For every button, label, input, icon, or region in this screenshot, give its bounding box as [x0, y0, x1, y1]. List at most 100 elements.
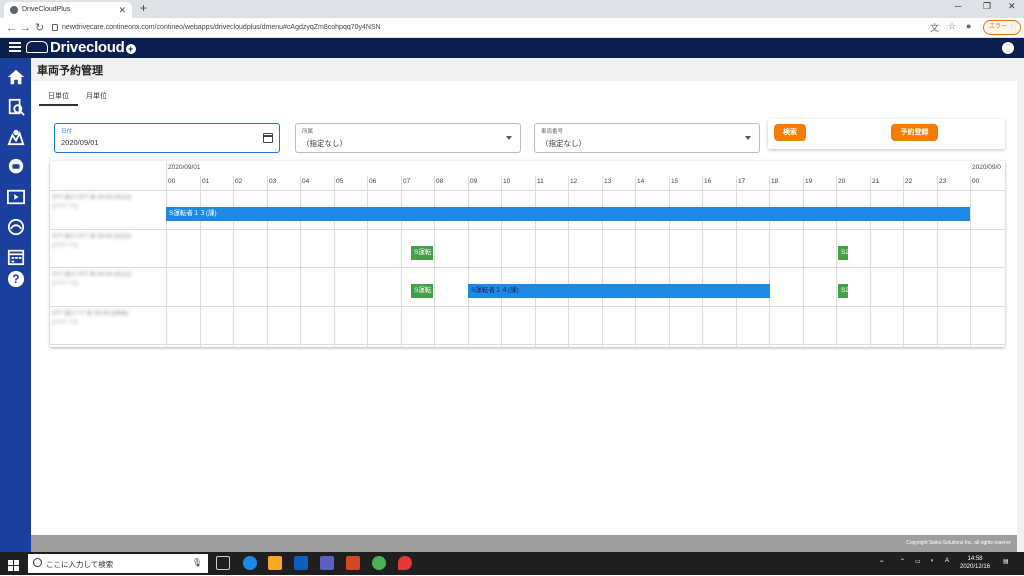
plus-logo-icon: +	[125, 44, 136, 54]
bookmark-star-icon[interactable]: ☆	[948, 21, 956, 32]
hour-gridline	[367, 176, 368, 347]
hour-label: 13	[604, 178, 612, 185]
hour-gridline	[870, 176, 871, 347]
vehicle-number-select[interactable]: 車両番号 （指定なし）	[534, 123, 760, 153]
hour-gridline	[535, 176, 536, 347]
map-route-icon[interactable]	[5, 126, 26, 147]
vehicle-number-value: （指定なし）	[541, 139, 586, 148]
hour-label: 14	[637, 178, 645, 185]
taskbar-search-placeholder: ここに入力して検索	[46, 560, 114, 569]
hour-label: 11	[537, 178, 544, 185]
reservation-bar[interactable]: S2	[838, 284, 848, 298]
header-gridline	[50, 190, 1005, 191]
hour-gridline	[702, 176, 703, 347]
reservation-bar[interactable]: S運転	[411, 246, 433, 260]
app-droplet-icon[interactable]	[398, 556, 412, 570]
volume-tray-icon[interactable]: ◖	[930, 558, 934, 564]
hour-gridline	[836, 176, 837, 347]
vehicle-sub: (???? ??)	[52, 243, 78, 249]
reload-icon[interactable]: ↻	[35, 21, 44, 35]
chrome-browser-icon[interactable]	[372, 556, 386, 570]
url-field[interactable]: newdrivecare.contineonx.com/contineo/web…	[62, 22, 381, 34]
forward-icon[interactable]: →	[20, 21, 31, 35]
vehicle-sub: (???? ??)	[52, 204, 78, 210]
tab-daily[interactable]: 日単位	[39, 88, 78, 106]
hour-label: 17	[738, 178, 746, 185]
vehicle-name: S?? 品川 3?? あ 00-00 (9113)	[52, 234, 132, 240]
back-icon[interactable]: ←	[6, 21, 17, 35]
windows-taskbar: ここに入力して検索 🎙 ⌁ ⌃ ▭ ◖ A 14:58 2020/12/16 ▤	[0, 552, 1024, 575]
notification-icon[interactable]: ▤	[1003, 558, 1009, 565]
calendar-icon[interactable]	[5, 246, 26, 267]
menu-icon[interactable]	[9, 42, 21, 52]
reservation-bar[interactable]: S運転者１４(課)	[468, 284, 770, 298]
browser-tab-title: DriveCloudPlus	[22, 6, 71, 13]
hour-label: 06	[369, 178, 377, 185]
page-title: 車両予約管理	[37, 65, 103, 77]
powerpoint-icon[interactable]	[346, 556, 360, 570]
hour-label: 23	[939, 178, 947, 185]
copyright-text: Copyright Seiko Solutions Inc. all right…	[906, 540, 1011, 546]
restore-icon[interactable]: ❐	[983, 1, 991, 12]
hour-label: 05	[336, 178, 344, 185]
close-tab-icon[interactable]: ✕	[118, 2, 126, 18]
calendar-picker-icon[interactable]	[263, 133, 273, 143]
home-icon[interactable]	[5, 66, 26, 87]
hour-label: 20	[838, 178, 846, 185]
taskbar-search-input[interactable]: ここに入力して検索 🎙	[28, 554, 208, 573]
teams-icon[interactable]	[320, 556, 334, 570]
tray-overflow-icon[interactable]: ⌃	[900, 558, 905, 565]
browser-tab[interactable]: DriveCloudPlus ✕	[4, 2, 132, 18]
tab-monthly[interactable]: 月単位	[77, 88, 116, 104]
hour-gridline	[568, 176, 569, 347]
translate-icon[interactable]: 文	[930, 21, 939, 34]
search-button[interactable]: 検索	[774, 124, 806, 141]
reservation-bar[interactable]: S運転	[411, 284, 433, 298]
minimize-icon[interactable]: ─	[955, 1, 961, 11]
register-reservation-button[interactable]: 予約登録	[891, 124, 938, 141]
reservation-bar[interactable]: S2	[838, 246, 848, 260]
hour-label: 04	[302, 178, 310, 185]
location-pin-icon[interactable]	[5, 156, 26, 177]
network-tray-icon[interactable]: ⌁	[880, 558, 884, 565]
error-pill[interactable]: エラー ⋮	[983, 20, 1021, 35]
search-report-icon[interactable]	[5, 96, 26, 117]
date-field-value: 2020/09/01	[61, 138, 99, 147]
hour-label: 07	[403, 178, 411, 185]
ime-tray-icon[interactable]: A	[945, 558, 949, 564]
profile-icon[interactable]: ●	[966, 21, 971, 31]
battery-tray-icon[interactable]: ▭	[915, 558, 921, 565]
new-tab-button[interactable]: +	[140, 1, 147, 15]
hour-label: 10	[503, 178, 511, 185]
edge-browser-icon[interactable]	[243, 556, 257, 570]
user-account-icon[interactable]	[1002, 42, 1014, 54]
hour-gridline	[401, 176, 402, 347]
outlook-icon[interactable]	[294, 556, 308, 570]
date-header-end: 2020/09/0	[972, 164, 1001, 171]
vehicle-name: S?? 品川 ?? あ 00-00 (9999)	[52, 311, 129, 317]
office-select[interactable]: 所属 （指定なし）	[295, 123, 521, 153]
help-icon[interactable]: ?	[5, 268, 26, 289]
dashboard-gauge-icon[interactable]	[5, 216, 26, 237]
vehicle-name: S?? 品川 3?? あ 00-00 (9113)	[52, 195, 132, 201]
hour-gridline	[434, 176, 435, 347]
office-select-value: （指定なし）	[302, 139, 347, 148]
microphone-icon[interactable]: 🎙	[192, 558, 202, 567]
hour-gridline	[669, 176, 670, 347]
taskbar-clock[interactable]: 14:58 2020/12/16	[960, 555, 990, 571]
main-content: 車両予約管理 日単位 月単位 日付 2020/09/01 所属 （指定なし） 車…	[31, 58, 1017, 535]
hour-label: 00	[168, 178, 176, 185]
windows-start-icon[interactable]	[8, 558, 19, 571]
date-field-label: 日付	[61, 129, 73, 135]
grid-divider	[166, 161, 167, 347]
reservation-bar[interactable]: S運転者１３(課)	[166, 207, 970, 221]
hour-gridline	[200, 176, 201, 347]
hour-label: 16	[704, 178, 712, 185]
date-field[interactable]: 日付 2020/09/01	[54, 123, 280, 153]
row-gridline	[50, 344, 1005, 345]
file-explorer-icon[interactable]	[268, 556, 282, 570]
task-view-icon[interactable]	[216, 556, 230, 570]
page-scrollbar[interactable]	[1017, 58, 1024, 552]
close-window-icon[interactable]: ✕	[1008, 1, 1016, 12]
video-icon[interactable]	[5, 186, 26, 207]
